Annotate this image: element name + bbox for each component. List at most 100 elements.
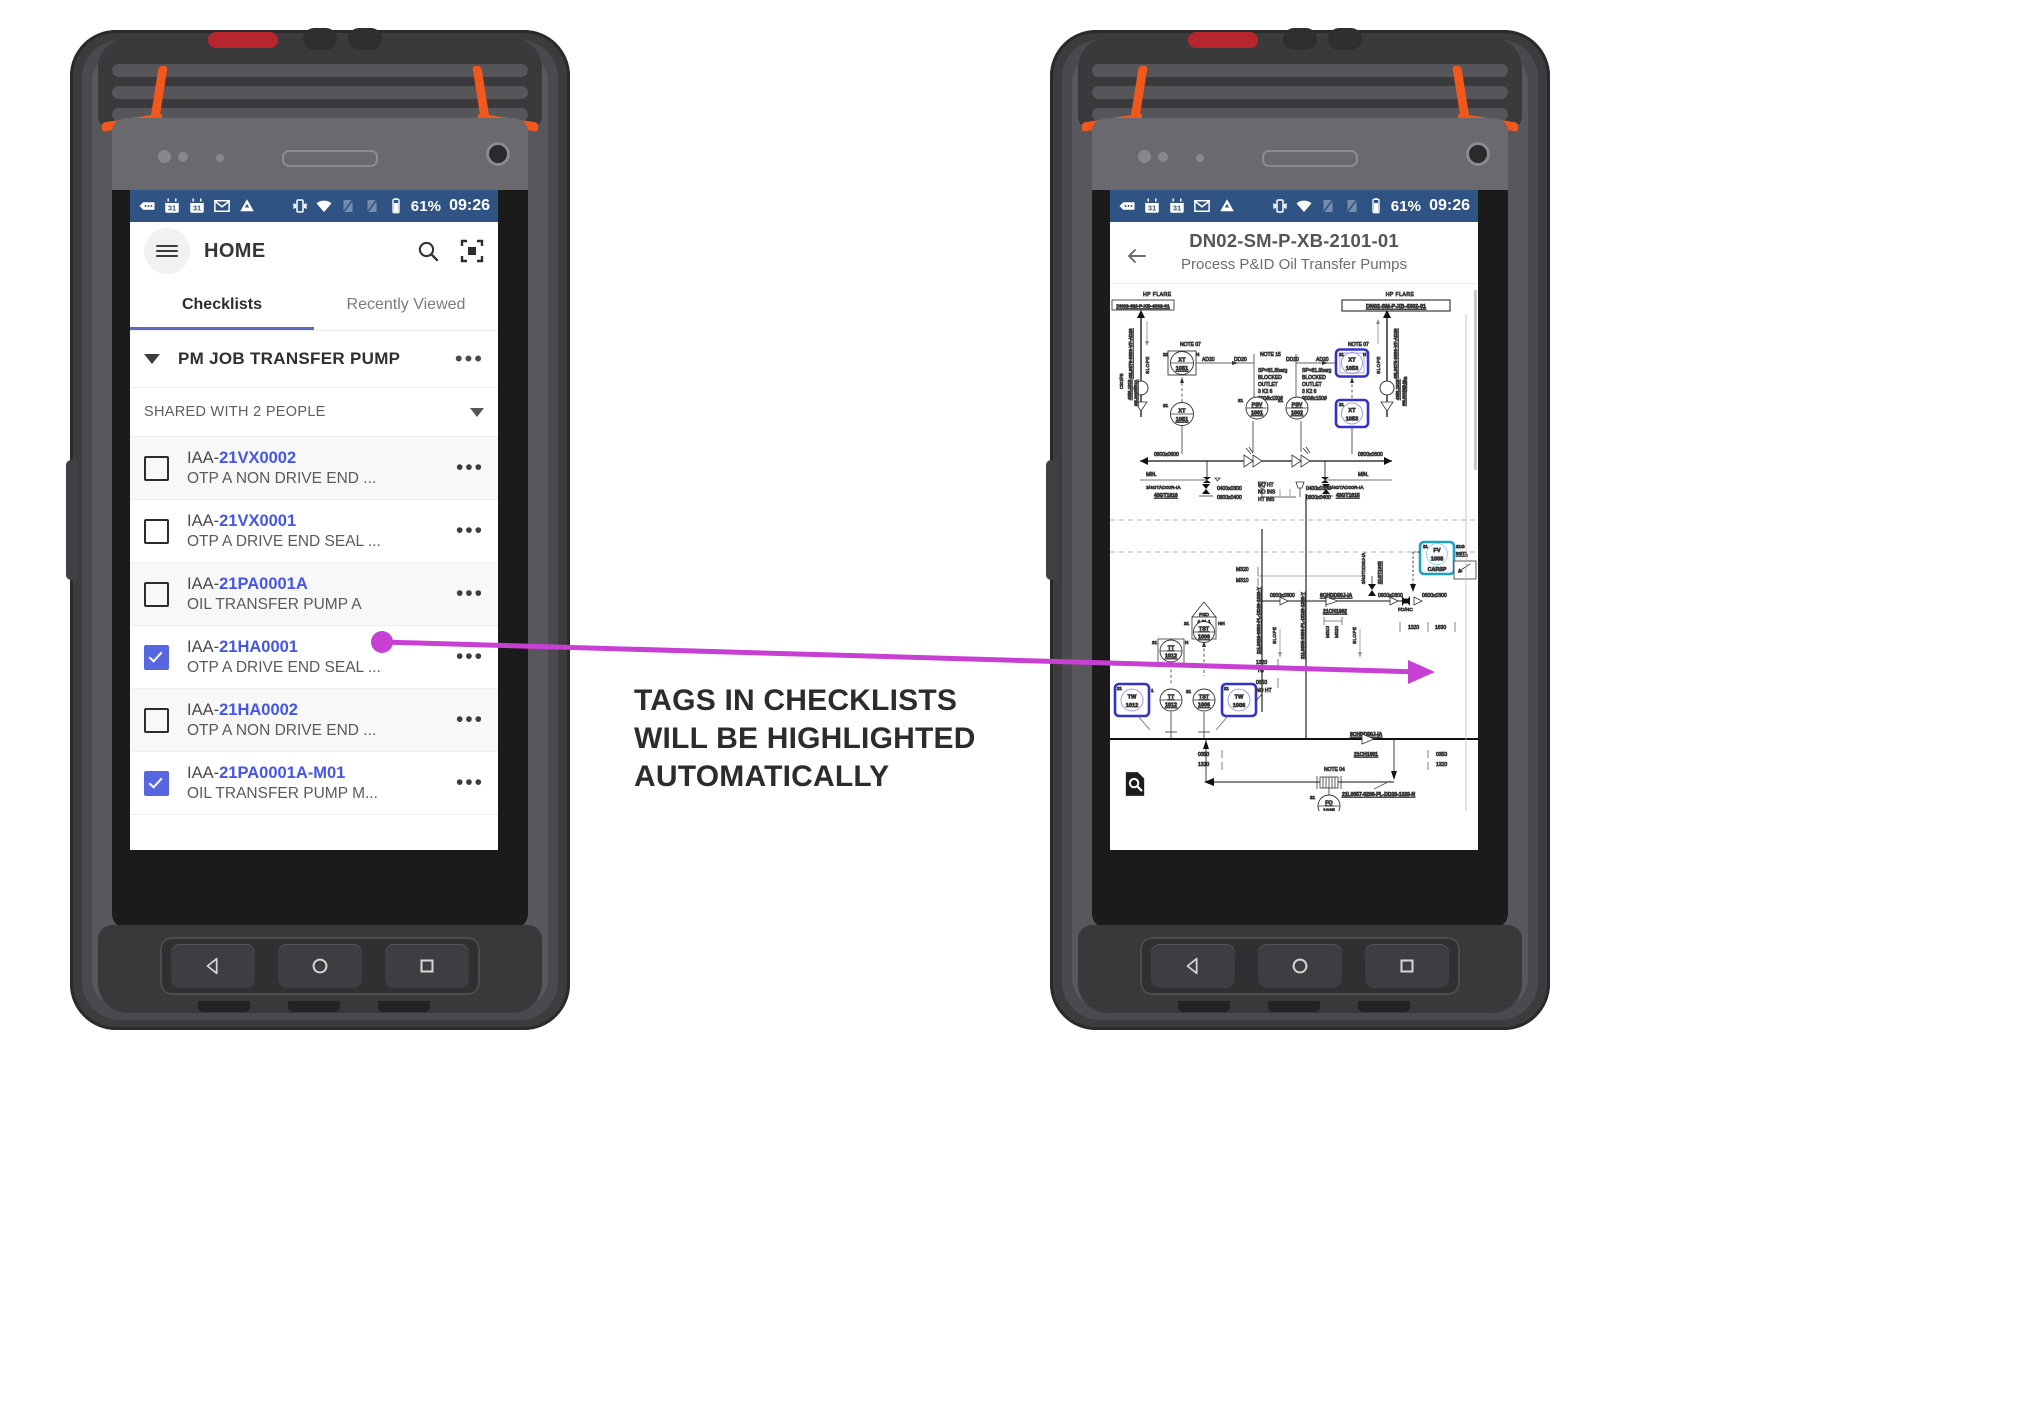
row-overflow-icon[interactable]: ••• (456, 772, 484, 793)
svg-text:31: 31 (193, 204, 201, 213)
back-triangle-icon[interactable] (171, 944, 256, 988)
row-overflow-icon[interactable]: ••• (456, 583, 484, 604)
row-overflow-icon[interactable]: ••• (456, 457, 484, 478)
search-icon[interactable] (416, 239, 440, 263)
recents-square-icon[interactable] (1364, 944, 1449, 988)
hardware-nav-bar (160, 937, 480, 995)
calendar-icon: 31 (1170, 198, 1184, 213)
svg-text:DN02-SM-P-XB-4302-01: DN02-SM-P-XB-4302-01 (1366, 304, 1426, 310)
svg-text:21: 21 (1339, 352, 1344, 357)
device-bottom-cap (98, 925, 542, 1013)
svg-text:21: 21 (1310, 795, 1316, 800)
shared-with-row[interactable]: SHARED WITH 2 PEOPLE (130, 388, 498, 437)
wifi-icon (1296, 200, 1312, 212)
svg-text:BLOCKED: BLOCKED (1258, 375, 1282, 381)
row-tag-highlight: 21PA0001A-M01 (219, 763, 346, 782)
row-tag-highlight: 21PA0001A (219, 574, 308, 593)
back-triangle-icon[interactable] (1151, 944, 1236, 988)
svg-text:XT: XT (1178, 409, 1186, 415)
row-checkbox[interactable] (144, 707, 169, 733)
device-face-top (112, 118, 528, 190)
svg-text:SLOPE: SLOPE (1145, 356, 1150, 374)
checklist-name: PM JOB TRANSFER PUMP (178, 349, 401, 368)
checklist-section-header[interactable]: PM JOB TRANSFER PUMP ••• (130, 331, 498, 388)
device-side-button[interactable] (66, 460, 78, 580)
phone-device-left: 31 31 61% 09:26 HOME Checklists Recently… (66, 28, 570, 1030)
calendar-icon: 31 (1145, 198, 1159, 213)
tab-checklists[interactable]: Checklists (130, 280, 314, 330)
row-tag: IAA-21VX0001 (187, 511, 297, 530)
svg-text:1035: 1035 (1323, 809, 1335, 812)
scan-qr-icon[interactable] (460, 239, 484, 263)
row-overflow-icon[interactable]: ••• (456, 520, 484, 541)
row-description: OTP A NON DRIVE END ... (187, 469, 377, 487)
vertical-scrollbar[interactable] (1474, 290, 1477, 470)
chevron-down-icon[interactable] (144, 354, 160, 364)
row-checkbox[interactable] (144, 581, 169, 607)
home-circle-icon[interactable] (1257, 944, 1342, 988)
gmail-icon (1194, 200, 1210, 212)
document-search-icon[interactable] (1124, 771, 1146, 797)
svg-text:0400x0300: 0400x0300 (1217, 486, 1242, 492)
row-checkbox[interactable] (144, 770, 169, 796)
drive-icon (1220, 199, 1234, 212)
phone-device-right: 31 31 61% 09:26 DN02-SM-P-XB-2101-01 Pro… (1046, 28, 1550, 1030)
svg-text:88L20150R-IA: 88L20150R-IA (1401, 380, 1406, 406)
row-tag: IAA-21VX0002 (187, 448, 297, 467)
wifi-icon (316, 200, 332, 212)
svg-text:1051: 1051 (1176, 417, 1188, 423)
svg-text:0600x0300: 0600x0300 (1422, 593, 1447, 599)
checklist-row[interactable]: IAA-21PA0001A-M01 OIL TRANSFER PUMP M... •… (130, 752, 498, 815)
svg-text:43GT1016: 43GT1016 (1154, 493, 1178, 499)
svg-text:0800x0600: 0800x0600 (1154, 452, 1179, 458)
row-description: OTP A NON DRIVE END ... (187, 721, 377, 739)
gmail-icon (214, 200, 230, 212)
svg-text:43L0075-0800-VF-AD20: 43L0075-0800-VF-AD20 (1393, 328, 1398, 379)
home-circle-icon[interactable] (277, 944, 362, 988)
checklist-row[interactable]: IAA-21VX0002 OTP A NON DRIVE END ... ••• (130, 437, 498, 500)
checklist-row[interactable]: IAA-21VX0001 OTP A DRIVE END SEAL ... ••• (130, 500, 498, 563)
messages-icon (139, 202, 155, 210)
sim1-icon (342, 199, 353, 213)
svg-text:0350: 0350 (1198, 752, 1209, 758)
shared-with-label: SHARED WITH 2 PEOPLE (144, 404, 326, 420)
sensor-icon (1158, 152, 1168, 162)
svg-text:21CH1001: 21CH1001 (1354, 752, 1378, 758)
device-side-button[interactable] (1046, 460, 1058, 580)
svg-text:31: 31 (1148, 204, 1156, 213)
row-checkbox[interactable] (144, 455, 169, 481)
tab-bar: Checklists Recently Viewed (130, 280, 498, 331)
back-arrow-icon[interactable] (1120, 230, 1154, 268)
svg-text:CSO/FB: CSO/FB (1119, 373, 1124, 389)
svg-text:XT: XT (1348, 408, 1356, 414)
svg-text:21: 21 (1238, 398, 1244, 403)
front-camera-icon (486, 142, 510, 166)
svg-text:SLOPE: SLOPE (1376, 356, 1381, 374)
svg-text:DN02-SM-P-XB-4302-01: DN02-SM-P-XB-4302-01 (1116, 304, 1170, 310)
hamburger-icon[interactable] (144, 228, 190, 274)
row-text: IAA-21HA0002 OTP A NON DRIVE END ... (187, 701, 376, 740)
recents-square-icon[interactable] (384, 944, 469, 988)
chevron-down-icon[interactable] (470, 407, 484, 417)
row-tag: IAA-21PA0001A-M01 (187, 763, 346, 782)
row-checkbox[interactable] (144, 644, 169, 670)
svg-text:1001: 1001 (1251, 411, 1263, 417)
svg-text:AD20: AD20 (1316, 357, 1329, 363)
pid-drawing-viewport[interactable]: HP FLARE DN02-SM-P-XB-4302-01 HP FLARE D… (1110, 284, 1478, 811)
svg-text:31: 31 (1173, 204, 1181, 213)
svg-text:MIN.: MIN. (1358, 472, 1369, 478)
svg-text:XT: XT (1178, 358, 1186, 364)
svg-text:0800x0400: 0800x0400 (1217, 495, 1242, 501)
svg-text:SP=81.8barg: SP=81.8barg (1302, 368, 1332, 374)
svg-text:21: 21 (1278, 398, 1284, 403)
tab-indicator (130, 327, 314, 330)
svg-text:1320: 1320 (1198, 762, 1209, 768)
row-tag: IAA-21PA0001A (187, 574, 308, 593)
svg-text:0350: 0350 (1436, 752, 1447, 758)
tab-recently-viewed[interactable]: Recently Viewed (314, 280, 498, 330)
section-overflow-icon[interactable]: ••• (455, 348, 484, 370)
row-tag-highlight: 21VX0002 (219, 448, 297, 467)
sensor-icon (178, 152, 188, 162)
svg-text:NO HT: NO HT (1258, 483, 1274, 489)
row-checkbox[interactable] (144, 518, 169, 544)
